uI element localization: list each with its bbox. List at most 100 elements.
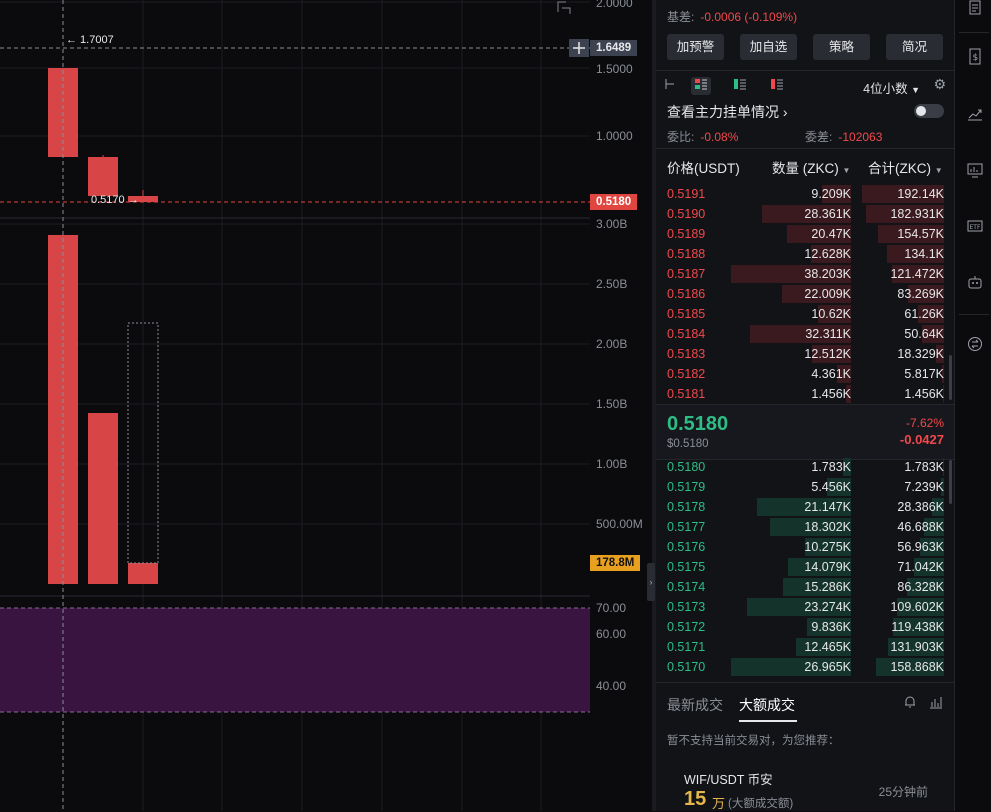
order-book-header: 价格(USDT) 数量 (ZKC) ▼ 合计(ZKC) ▼ — [656, 148, 954, 179]
strategy-button[interactable]: 策略 — [813, 34, 870, 60]
volume-axis-label: 3.00B — [596, 217, 628, 231]
bid-row[interactable]: 0.5175 14.079K 71.042K — [656, 557, 954, 577]
tab-large-trades[interactable]: 大额成交 — [739, 695, 795, 715]
chart-canvas[interactable] — [0, 0, 652, 811]
bar-chart-icon[interactable] — [929, 695, 943, 712]
trend-icon[interactable] — [965, 106, 985, 126]
col-qty-label: 数量 (ZKC) — [772, 161, 839, 176]
bell-icon[interactable] — [903, 695, 917, 712]
row-qty: 26.965K — [804, 660, 851, 674]
row-qty: 1.783K — [811, 460, 851, 474]
last-price-tag: 0.5180 — [590, 194, 638, 210]
volume-tag: 178.8M — [590, 555, 641, 571]
bid-row[interactable]: 0.5170 26.965K 158.868K — [656, 657, 954, 677]
row-total: 61.26K — [904, 307, 944, 321]
collapse-handle[interactable]: › — [647, 563, 655, 601]
row-total: 83.269K — [897, 287, 944, 301]
ask-row[interactable]: 0.5186 22.009K 83.269K — [656, 284, 954, 304]
card-subtitle: (大额成交额) — [728, 798, 794, 810]
indicator-zone — [0, 608, 590, 712]
row-price: 0.5175 — [667, 560, 706, 574]
volume-axis-label: 500.00M — [596, 517, 643, 531]
ask-row[interactable]: 0.5188 12.628K 134.1K — [656, 244, 954, 264]
row-price: 0.5174 — [667, 580, 706, 594]
row-price: 0.5184 — [667, 327, 706, 341]
ask-row[interactable]: 0.5189 20.47K 154.57K — [656, 224, 954, 244]
diff-label: 委差: — [805, 130, 833, 144]
row-total: 56.963K — [897, 540, 944, 554]
main-force-orders-link[interactable]: 查看主力挂单情况 › — [667, 102, 788, 122]
expand-icon[interactable] — [556, 0, 572, 14]
col-qty-header[interactable]: 数量 (ZKC) ▼ — [772, 157, 850, 177]
row-price: 0.5186 — [667, 287, 706, 301]
bids-view-icon[interactable] — [730, 77, 750, 95]
tab-latest-trades[interactable]: 最新成交 — [667, 695, 723, 715]
indicator-axis-label: 40.00 — [596, 679, 627, 693]
ask-row[interactable]: 0.5182 4.361K 5.817K — [656, 364, 954, 384]
row-price: 0.5183 — [667, 347, 706, 361]
bid-row[interactable]: 0.5173 23.274K 109.602K — [656, 597, 954, 617]
row-price: 0.5187 — [667, 267, 706, 281]
trades-tabs: 最新成交 大额成交 — [656, 682, 954, 723]
dollar-doc-icon[interactable]: $ — [965, 48, 985, 68]
row-price: 0.5190 — [667, 207, 706, 221]
recommended-trade-card[interactable]: WIF/USDT 币安 25分钟前 15 万 (大额成交额) — [656, 758, 954, 811]
swap-icon[interactable] — [965, 336, 985, 356]
ask-row[interactable]: 0.5190 28.361K 182.931K — [656, 204, 954, 224]
row-price: 0.5177 — [667, 520, 706, 534]
bid-row[interactable]: 0.5178 21.147K 28.386K — [656, 497, 954, 517]
both-sides-view-icon[interactable] — [691, 77, 711, 95]
indicator-axis-label: 70.00 — [596, 601, 627, 615]
bid-row[interactable]: 0.5180 1.783K 1.783K — [656, 457, 954, 477]
col-total-header[interactable]: 合计(ZKC) ▼ — [868, 157, 943, 177]
row-total: 71.042K — [897, 560, 944, 574]
monitor-chart-icon[interactable] — [965, 162, 985, 182]
candle[interactable] — [88, 157, 118, 196]
asks-view-icon[interactable] — [767, 77, 787, 95]
bid-row[interactable]: 0.5177 18.302K 46.688K — [656, 517, 954, 537]
row-price: 0.5172 — [667, 620, 706, 634]
row-qty: 10.275K — [804, 540, 851, 554]
chart-area[interactable]: 2.0000 1.5000 1.0000 3.00B 2.50B 2.00B 1… — [0, 0, 652, 811]
overview-button[interactable]: 简况 — [886, 34, 943, 60]
row-total: 158.868K — [890, 660, 944, 674]
ask-row[interactable]: 0.5181 1.456K 1.456K — [656, 384, 954, 404]
volume-axis-label: 2.00B — [596, 337, 628, 351]
decimal-select[interactable]: 4位小数 ▼ — [863, 78, 920, 97]
settings-icon[interactable]: ⚙ — [933, 76, 946, 93]
ask-row[interactable]: 0.5183 12.512K 18.329K — [656, 344, 954, 364]
ask-row[interactable]: 0.5187 38.203K 121.472K — [656, 264, 954, 284]
last-price-usd: $0.5180 — [667, 438, 709, 450]
bid-row[interactable]: 0.5172 9.836K 119.438K — [656, 617, 954, 637]
popout-icon[interactable] — [660, 77, 680, 95]
bid-row[interactable]: 0.5176 10.275K 56.963K — [656, 537, 954, 557]
ratio-value: -0.08% — [700, 130, 739, 144]
ask-row[interactable]: 0.5185 10.62K 61.26K — [656, 304, 954, 324]
ask-row[interactable]: 0.5184 32.311K 50.64K — [656, 324, 954, 344]
main-force-toggle[interactable] — [914, 104, 944, 118]
bot-icon[interactable] — [965, 274, 985, 294]
ask-row[interactable]: 0.5191 9.209K 192.14K — [656, 184, 954, 204]
col-price-header: 价格(USDT) — [667, 161, 740, 176]
row-qty: 22.009K — [804, 287, 851, 301]
volume-axis-label: 2.50B — [596, 277, 628, 291]
asks-scrollbar[interactable] — [949, 355, 952, 400]
bid-row[interactable]: 0.5171 12.465K 131.903K — [656, 637, 954, 657]
row-total: 50.64K — [904, 327, 944, 341]
add-watchlist-button[interactable]: 加自选 — [740, 34, 797, 60]
last-price-box[interactable]: 0.5180 $0.5180 -7.62% -0.0427 — [656, 404, 954, 460]
volume-axis-label: 1.50B — [596, 397, 628, 411]
bid-row[interactable]: 0.5174 15.286K 86.328K — [656, 577, 954, 597]
main-force-label: 查看主力挂单情况 — [667, 104, 779, 120]
row-qty: 12.628K — [804, 247, 851, 261]
bid-row[interactable]: 0.5179 5.456K 7.239K — [656, 477, 954, 497]
add-alert-button[interactable]: 加预警 — [667, 34, 724, 60]
document-icon[interactable] — [965, 0, 985, 20]
row-total: 1.783K — [904, 460, 944, 474]
etf-icon[interactable]: ETF — [965, 218, 985, 238]
card-unit: 万 — [712, 796, 726, 811]
row-price: 0.5171 — [667, 640, 706, 654]
card-amount: 15 — [684, 788, 707, 810]
row-qty: 28.361K — [804, 207, 851, 221]
bids-scrollbar[interactable] — [949, 460, 952, 504]
